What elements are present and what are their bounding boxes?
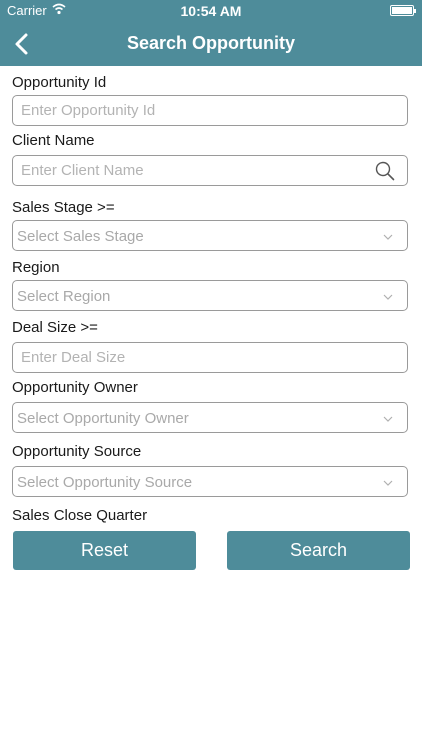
deal-size-label: Deal Size >= [12, 319, 98, 336]
status-bar: Carrier 10:54 AM [0, 0, 422, 22]
opportunity-id-field[interactable] [12, 95, 408, 126]
client-name-input[interactable] [13, 156, 407, 185]
chevron-down-icon [383, 234, 393, 240]
opportunity-owner-select[interactable]: Select Opportunity Owner [12, 402, 408, 433]
sales-stage-label: Sales Stage >= [12, 199, 115, 216]
region-label: Region [12, 259, 60, 276]
deal-size-field[interactable] [12, 342, 408, 373]
opportunity-owner-label: Opportunity Owner [12, 379, 138, 396]
sales-stage-select[interactable]: Select Sales Stage [12, 220, 408, 251]
client-name-field[interactable] [12, 155, 408, 186]
opportunity-id-input[interactable] [13, 96, 407, 125]
chevron-down-icon [383, 416, 393, 422]
chevron-down-icon [383, 294, 393, 300]
region-select[interactable]: Select Region [12, 280, 408, 311]
nav-bar: Search Opportunity [0, 22, 422, 66]
client-name-label: Client Name [12, 132, 95, 149]
search-button[interactable]: Search [227, 531, 410, 570]
opportunity-owner-placeholder: Select Opportunity Owner [17, 410, 189, 427]
search-icon[interactable] [375, 161, 395, 181]
opportunity-source-label: Opportunity Source [12, 443, 142, 460]
page-title: Search Opportunity [126, 33, 296, 53]
opportunity-source-select[interactable]: Select Opportunity Source [12, 466, 408, 497]
deal-size-input[interactable] [13, 343, 407, 372]
battery-icon [390, 5, 416, 16]
sales-stage-placeholder: Select Sales Stage [17, 228, 144, 245]
status-time: 10:54 AM [180, 3, 242, 19]
top-bar: Carrier 10:54 AM Search Opportunity [0, 0, 422, 66]
reset-button[interactable]: Reset [13, 531, 196, 570]
region-placeholder: Select Region [17, 288, 111, 305]
sales-close-quarter-label: Sales Close Quarter [12, 507, 148, 524]
opportunity-id-label: Opportunity Id [12, 74, 107, 91]
opportunity-source-placeholder: Select Opportunity Source [17, 474, 193, 491]
chevron-down-icon [383, 480, 393, 486]
